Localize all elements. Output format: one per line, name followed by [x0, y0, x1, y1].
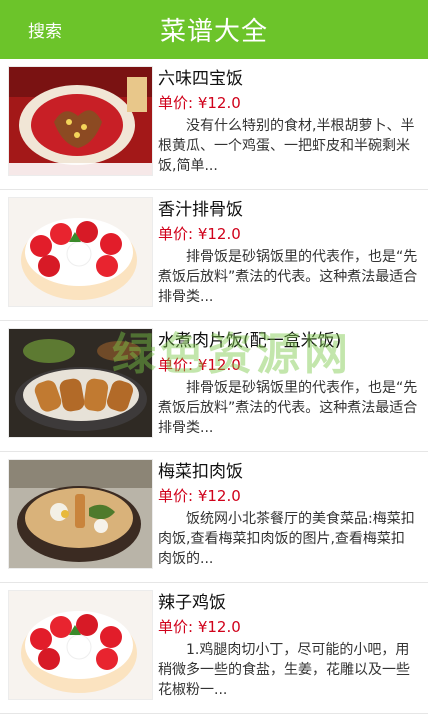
recipe-description: 饭统网小北茶餐厅的美食菜品:梅菜扣肉饭,查看梅菜扣肉饭的图片,查看梅菜扣肉饭的.… [158, 511, 415, 567]
recipe-image-paigu [8, 197, 153, 307]
recipe-image-lazi [8, 590, 153, 700]
list-item[interactable]: 香汁排骨饭 单价: ¥12.0 排骨饭是砂锅饭里的代表作，也是“先煮饭后放料”煮… [0, 190, 428, 321]
recipe-image-shuizhu [8, 328, 153, 438]
recipe-description: 1.鸡腿肉切小丁，尽可能的小吧，用稍微多一些的食盐，生姜，花雕以及一些花椒粉一.… [158, 642, 410, 698]
list-item[interactable]: 梅菜扣肉饭 单价: ¥12.0 饭统网小北茶餐厅的美食菜品:梅菜扣肉饭,查看梅菜… [0, 452, 428, 583]
list-item[interactable]: 六味四宝饭 单价: ¥12.0 没有什么特别的食材,半根胡萝卜、半根黄瓜、一个鸡… [0, 59, 428, 190]
recipe-image-liuwei [8, 66, 153, 176]
recipe-description: 排骨饭是砂锅饭里的代表作，也是“先煮饭后放料”煮法的代表。这种煮法最适合排骨类.… [158, 380, 418, 436]
recipe-name: 六味四宝饭 [158, 69, 243, 89]
list-item[interactable]: 水煮肉片饭(配一盒米饭) 单价: ¥12.0 排骨饭是砂锅饭里的代表作，也是“先… [0, 321, 428, 452]
recipe-description: 没有什么特别的食材,半根胡萝卜、半根黄瓜、一个鸡蛋、一把虾皮和半碗剩米饭,简单.… [158, 118, 415, 174]
list-item[interactable]: 辣子鸡饭 单价: ¥12.0 1.鸡腿肉切小丁，尽可能的小吧，用稍微多一些的食盐… [0, 583, 428, 714]
app-header: 搜索 菜谱大全 [0, 0, 428, 59]
recipe-price: 单价: ¥12.0 [158, 618, 241, 636]
recipe-price: 单价: ¥12.0 [158, 356, 241, 374]
recipe-description: 排骨饭是砂锅饭里的代表作，也是“先煮饭后放料”煮法的代表。这种煮法最适合排骨类.… [158, 249, 418, 305]
recipe-name: 水煮肉片饭(配一盒米饭) [158, 331, 342, 351]
recipe-price: 单价: ¥12.0 [158, 225, 241, 243]
recipe-price: 单价: ¥12.0 [158, 94, 241, 112]
recipe-image-meicai [8, 459, 153, 569]
recipe-list: 六味四宝饭 单价: ¥12.0 没有什么特别的食材,半根胡萝卜、半根黄瓜、一个鸡… [0, 59, 428, 714]
recipe-price: 单价: ¥12.0 [158, 487, 241, 505]
recipe-name: 香汁排骨饭 [158, 200, 243, 220]
recipe-name: 梅菜扣肉饭 [158, 462, 243, 482]
recipe-name: 辣子鸡饭 [158, 593, 226, 613]
page-title: 菜谱大全 [159, 17, 268, 47]
